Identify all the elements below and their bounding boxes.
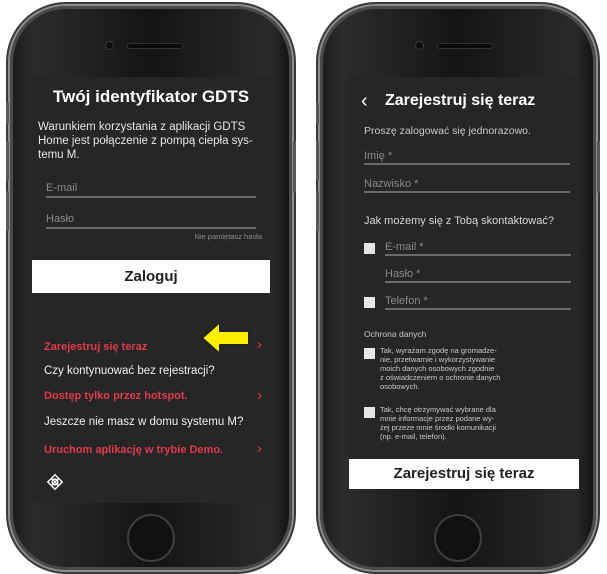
email-placeholder: E-mail bbox=[46, 182, 78, 194]
register-subtitle: Proszę zalogować się jednorazowo. bbox=[364, 125, 531, 137]
last-name-underline bbox=[364, 191, 570, 193]
register-screen: ‹ Zarejestruj się teraz Proszę zalogować… bbox=[349, 77, 579, 489]
register-button[interactable]: Zarejestruj się teraz bbox=[349, 459, 579, 489]
description-line: Warunkiem korzystania z aplikacji GDTS bbox=[38, 121, 246, 133]
front-camera bbox=[416, 42, 423, 49]
page-title: Zarejestruj się teraz bbox=[385, 92, 536, 109]
contact-question: Jak możemy się z Tobą skontaktować? bbox=[364, 215, 554, 227]
volume-up-button bbox=[6, 141, 9, 181]
login-screen: Twój identyfikator GDTS Warunkiem korzys… bbox=[32, 77, 270, 503]
continue-question: Czy kontynuować bez rejestracji? bbox=[44, 365, 215, 377]
email-underline bbox=[46, 196, 256, 198]
email-checkbox[interactable] bbox=[364, 243, 375, 254]
chevron-right-icon[interactable]: › bbox=[257, 337, 262, 352]
chevron-right-icon[interactable]: › bbox=[257, 441, 262, 456]
consent-line: z oświadczeniem o ochronie danych bbox=[380, 373, 501, 382]
description-line: temu M. bbox=[38, 149, 80, 161]
data-protection-heading: Ochrona danych bbox=[364, 329, 427, 339]
front-camera bbox=[106, 42, 113, 49]
password-underline bbox=[46, 227, 256, 229]
register-header: ‹ Zarejestruj się teraz bbox=[349, 89, 579, 113]
phone-underline bbox=[385, 308, 571, 310]
volume-down-button bbox=[6, 191, 9, 231]
first-name-placeholder: Imię * bbox=[364, 150, 393, 162]
stage: Twój identyfikator GDTS Warunkiem korzys… bbox=[0, 0, 607, 574]
back-chevron-icon[interactable]: ‹ bbox=[361, 90, 368, 113]
phone-placeholder: Telefon * bbox=[385, 295, 428, 307]
last-name-placeholder: Nazwisko * bbox=[364, 178, 419, 190]
mute-switch bbox=[316, 102, 319, 124]
email-field[interactable]: E-mail bbox=[46, 182, 256, 198]
volume-down-button bbox=[316, 191, 319, 231]
consent-line: moich danych osobowych zgodnie bbox=[380, 364, 495, 373]
first-name-field[interactable]: Imię * bbox=[364, 150, 570, 166]
consent-line: osobowych. bbox=[380, 382, 420, 391]
power-button bbox=[597, 141, 600, 193]
last-name-field[interactable]: Nazwisko * bbox=[364, 178, 570, 194]
login-button[interactable]: Zaloguj bbox=[32, 260, 270, 293]
no-system-question: Jeszcze nie masz w domu systemu M? bbox=[44, 416, 244, 428]
mute-switch bbox=[6, 102, 9, 124]
knot-logo-icon bbox=[46, 473, 64, 491]
register-link[interactable]: Zarejestruj się teraz bbox=[44, 341, 147, 353]
description-line: Home jest połączenie z pompą ciepła sys- bbox=[38, 135, 253, 147]
first-name-underline bbox=[364, 163, 570, 165]
hotspot-link[interactable]: Dostęp tylko przez hotspot. bbox=[44, 390, 188, 402]
consent-line: mnie informacje przez podane wy- bbox=[380, 414, 495, 423]
consent-2-text: Tak, chcę otrzymywać wybrane dla mnie in… bbox=[380, 405, 496, 441]
consent-1-text: Tak, wyrażam zgodę na gromadze- nie, prz… bbox=[380, 346, 500, 391]
consent-1-checkbox[interactable] bbox=[364, 348, 375, 359]
forgot-password-link[interactable]: Nie pamiętasz hasła bbox=[194, 232, 262, 241]
consent-2-checkbox[interactable] bbox=[364, 407, 375, 418]
consent-line: (np. e-mail, telefon). bbox=[380, 432, 447, 441]
contact-password-placeholder: Hasło * bbox=[385, 268, 421, 280]
earpiece-speaker bbox=[437, 43, 493, 49]
contact-email-underline bbox=[385, 254, 571, 256]
consent-line: Tak, chcę otrzymywać wybrane dla bbox=[380, 405, 496, 414]
consent-line: żej przeze mnie środki komunikacji bbox=[380, 423, 496, 432]
contact-password-underline bbox=[385, 281, 571, 283]
consent-line: Tak, wyrażam zgodę na gromadze- bbox=[380, 346, 497, 355]
power-button bbox=[293, 141, 296, 193]
home-button[interactable] bbox=[434, 514, 482, 562]
chevron-right-icon[interactable]: › bbox=[257, 388, 262, 403]
contact-email-placeholder: E-mail * bbox=[385, 241, 424, 253]
phone-field[interactable]: Telefon * bbox=[385, 295, 571, 311]
password-placeholder: Hasło bbox=[46, 213, 75, 225]
phone-checkbox[interactable] bbox=[364, 297, 375, 308]
login-description: Warunkiem korzystania z aplikacji GDTS H… bbox=[38, 120, 264, 162]
contact-email-field[interactable]: E-mail * bbox=[385, 241, 571, 257]
password-field[interactable]: Hasło bbox=[46, 213, 256, 229]
consent-line: nie, przetwarnie i wykorzystywanie bbox=[380, 355, 496, 364]
demo-mode-link[interactable]: Uruchom aplikację w trybie Demo. bbox=[44, 444, 223, 456]
contact-password-field[interactable]: Hasło * bbox=[385, 268, 571, 284]
yellow-arrow-icon bbox=[201, 321, 250, 355]
page-title: Twój identyfikator GDTS bbox=[52, 87, 250, 106]
volume-up-button bbox=[316, 141, 319, 181]
earpiece-speaker bbox=[127, 43, 183, 49]
home-button[interactable] bbox=[127, 514, 175, 562]
